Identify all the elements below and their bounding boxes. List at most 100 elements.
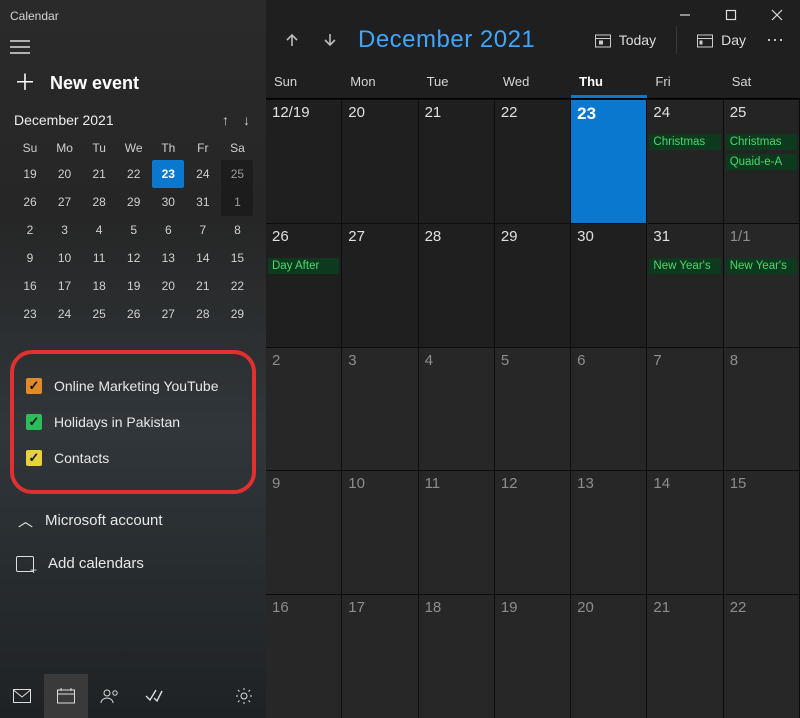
mini-day-cell[interactable]: 25	[221, 160, 253, 188]
mini-day-cell[interactable]: 24	[187, 160, 219, 188]
mini-day-cell[interactable]: 28	[83, 188, 115, 216]
day-cell[interactable]: 16	[266, 594, 342, 718]
calendar-checkbox-item[interactable]: ✓Contacts	[24, 440, 242, 476]
mini-day-cell[interactable]: 1	[221, 188, 253, 216]
day-cell[interactable]: 7	[647, 347, 723, 471]
event-chip[interactable]: Quaid-e-A	[726, 154, 797, 170]
mini-day-cell[interactable]: 26	[118, 300, 150, 328]
calendar-checkbox-item[interactable]: ✓Holidays in Pakistan	[24, 404, 242, 440]
add-calendars-button[interactable]: Add calendars	[0, 543, 266, 584]
mini-day-cell[interactable]: 28	[187, 300, 219, 328]
mini-day-cell[interactable]: 27	[49, 188, 81, 216]
day-cell[interactable]: 4	[419, 347, 495, 471]
mini-day-cell[interactable]: 22	[118, 160, 150, 188]
mini-day-cell[interactable]: 19	[14, 160, 46, 188]
mini-day-cell[interactable]: 2	[14, 216, 46, 244]
new-event-button[interactable]: ＋ New event	[0, 62, 266, 108]
day-cell[interactable]: 22	[495, 99, 571, 223]
day-cell[interactable]: 26Day After	[266, 223, 342, 347]
day-cell[interactable]: 12/19	[266, 99, 342, 223]
mini-day-cell[interactable]: 17	[49, 272, 81, 300]
mini-day-cell[interactable]: 6	[152, 216, 184, 244]
day-cell[interactable]: 18	[419, 594, 495, 718]
mini-day-cell[interactable]: 29	[221, 300, 253, 328]
nav-people-button[interactable]	[88, 674, 132, 718]
event-chip[interactable]: Christmas	[726, 134, 797, 150]
mini-day-cell[interactable]: 7	[187, 216, 219, 244]
mini-day-cell[interactable]: 15	[221, 244, 253, 272]
day-cell[interactable]: 1/1New Year's	[724, 223, 800, 347]
account-toggle[interactable]: ︿ Microsoft account	[0, 498, 266, 543]
mini-day-cell[interactable]: 24	[49, 300, 81, 328]
day-cell[interactable]: 23	[571, 99, 647, 223]
mini-day-cell[interactable]: 8	[221, 216, 253, 244]
mini-day-cell[interactable]: 19	[118, 272, 150, 300]
mini-day-cell[interactable]: 20	[152, 272, 184, 300]
day-cell[interactable]: 19	[495, 594, 571, 718]
mini-next-icon[interactable]: ↓	[243, 112, 250, 128]
day-cell[interactable]: 27	[342, 223, 418, 347]
day-cell[interactable]: 10	[342, 470, 418, 594]
day-cell[interactable]: 15	[724, 470, 800, 594]
day-cell[interactable]: 20	[342, 99, 418, 223]
mini-day-cell[interactable]: 21	[83, 160, 115, 188]
mini-day-cell[interactable]: 11	[83, 244, 115, 272]
mini-day-cell[interactable]: 5	[118, 216, 150, 244]
window-maximize[interactable]	[708, 0, 754, 30]
month-title[interactable]: December 2021	[358, 26, 535, 54]
mini-day-cell[interactable]: 30	[152, 188, 184, 216]
day-cell[interactable]: 13	[571, 470, 647, 594]
day-cell[interactable]: 29	[495, 223, 571, 347]
day-cell[interactable]: 20	[571, 594, 647, 718]
settings-button[interactable]	[222, 674, 266, 718]
mini-day-cell[interactable]: 20	[49, 160, 81, 188]
today-button[interactable]: Today	[585, 28, 666, 52]
mini-day-cell[interactable]: 31	[187, 188, 219, 216]
day-cell[interactable]: 9	[266, 470, 342, 594]
hamburger-button[interactable]	[0, 32, 266, 62]
event-chip[interactable]: Christmas	[649, 134, 720, 150]
mini-day-cell[interactable]: 23	[152, 160, 184, 188]
prev-period-button[interactable]	[276, 24, 308, 56]
day-cell[interactable]: 3	[342, 347, 418, 471]
mini-day-cell[interactable]: 13	[152, 244, 184, 272]
day-cell[interactable]: 28	[419, 223, 495, 347]
day-cell[interactable]: 6	[571, 347, 647, 471]
mini-day-cell[interactable]: 22	[221, 272, 253, 300]
day-cell[interactable]: 5	[495, 347, 571, 471]
mini-day-cell[interactable]: 12	[118, 244, 150, 272]
mini-day-cell[interactable]: 9	[14, 244, 46, 272]
day-cell[interactable]: 11	[419, 470, 495, 594]
mini-day-cell[interactable]: 4	[83, 216, 115, 244]
day-cell[interactable]: 12	[495, 470, 571, 594]
mini-day-cell[interactable]: 27	[152, 300, 184, 328]
event-chip[interactable]: New Year's	[649, 258, 720, 274]
day-cell[interactable]: 21	[647, 594, 723, 718]
window-close[interactable]	[754, 0, 800, 30]
mini-day-cell[interactable]: 26	[14, 188, 46, 216]
event-chip[interactable]: Day After	[268, 258, 339, 274]
mini-day-cell[interactable]: 14	[187, 244, 219, 272]
mini-day-cell[interactable]: 3	[49, 216, 81, 244]
calendar-checkbox-item[interactable]: ✓Online Marketing YouTube	[24, 368, 242, 404]
mini-day-cell[interactable]: 23	[14, 300, 46, 328]
day-cell[interactable]: 24Christmas	[647, 99, 723, 223]
nav-todo-button[interactable]	[132, 674, 176, 718]
day-cell[interactable]: 8	[724, 347, 800, 471]
event-chip[interactable]: New Year's	[726, 258, 797, 274]
day-cell[interactable]: 14	[647, 470, 723, 594]
day-cell[interactable]: 31New Year's	[647, 223, 723, 347]
nav-mail-button[interactable]	[0, 674, 44, 718]
day-cell[interactable]: 30	[571, 223, 647, 347]
day-cell[interactable]: 22	[724, 594, 800, 718]
view-dropdown[interactable]: Day	[687, 28, 756, 52]
mini-prev-icon[interactable]: ↑	[222, 112, 229, 128]
day-cell[interactable]: 2	[266, 347, 342, 471]
mini-day-cell[interactable]: 16	[14, 272, 46, 300]
mini-day-cell[interactable]: 21	[187, 272, 219, 300]
day-cell[interactable]: 21	[419, 99, 495, 223]
mini-day-cell[interactable]: 29	[118, 188, 150, 216]
mini-calendar-title[interactable]: December 2021	[14, 112, 114, 128]
nav-calendar-button[interactable]	[44, 674, 88, 718]
mini-day-cell[interactable]: 18	[83, 272, 115, 300]
